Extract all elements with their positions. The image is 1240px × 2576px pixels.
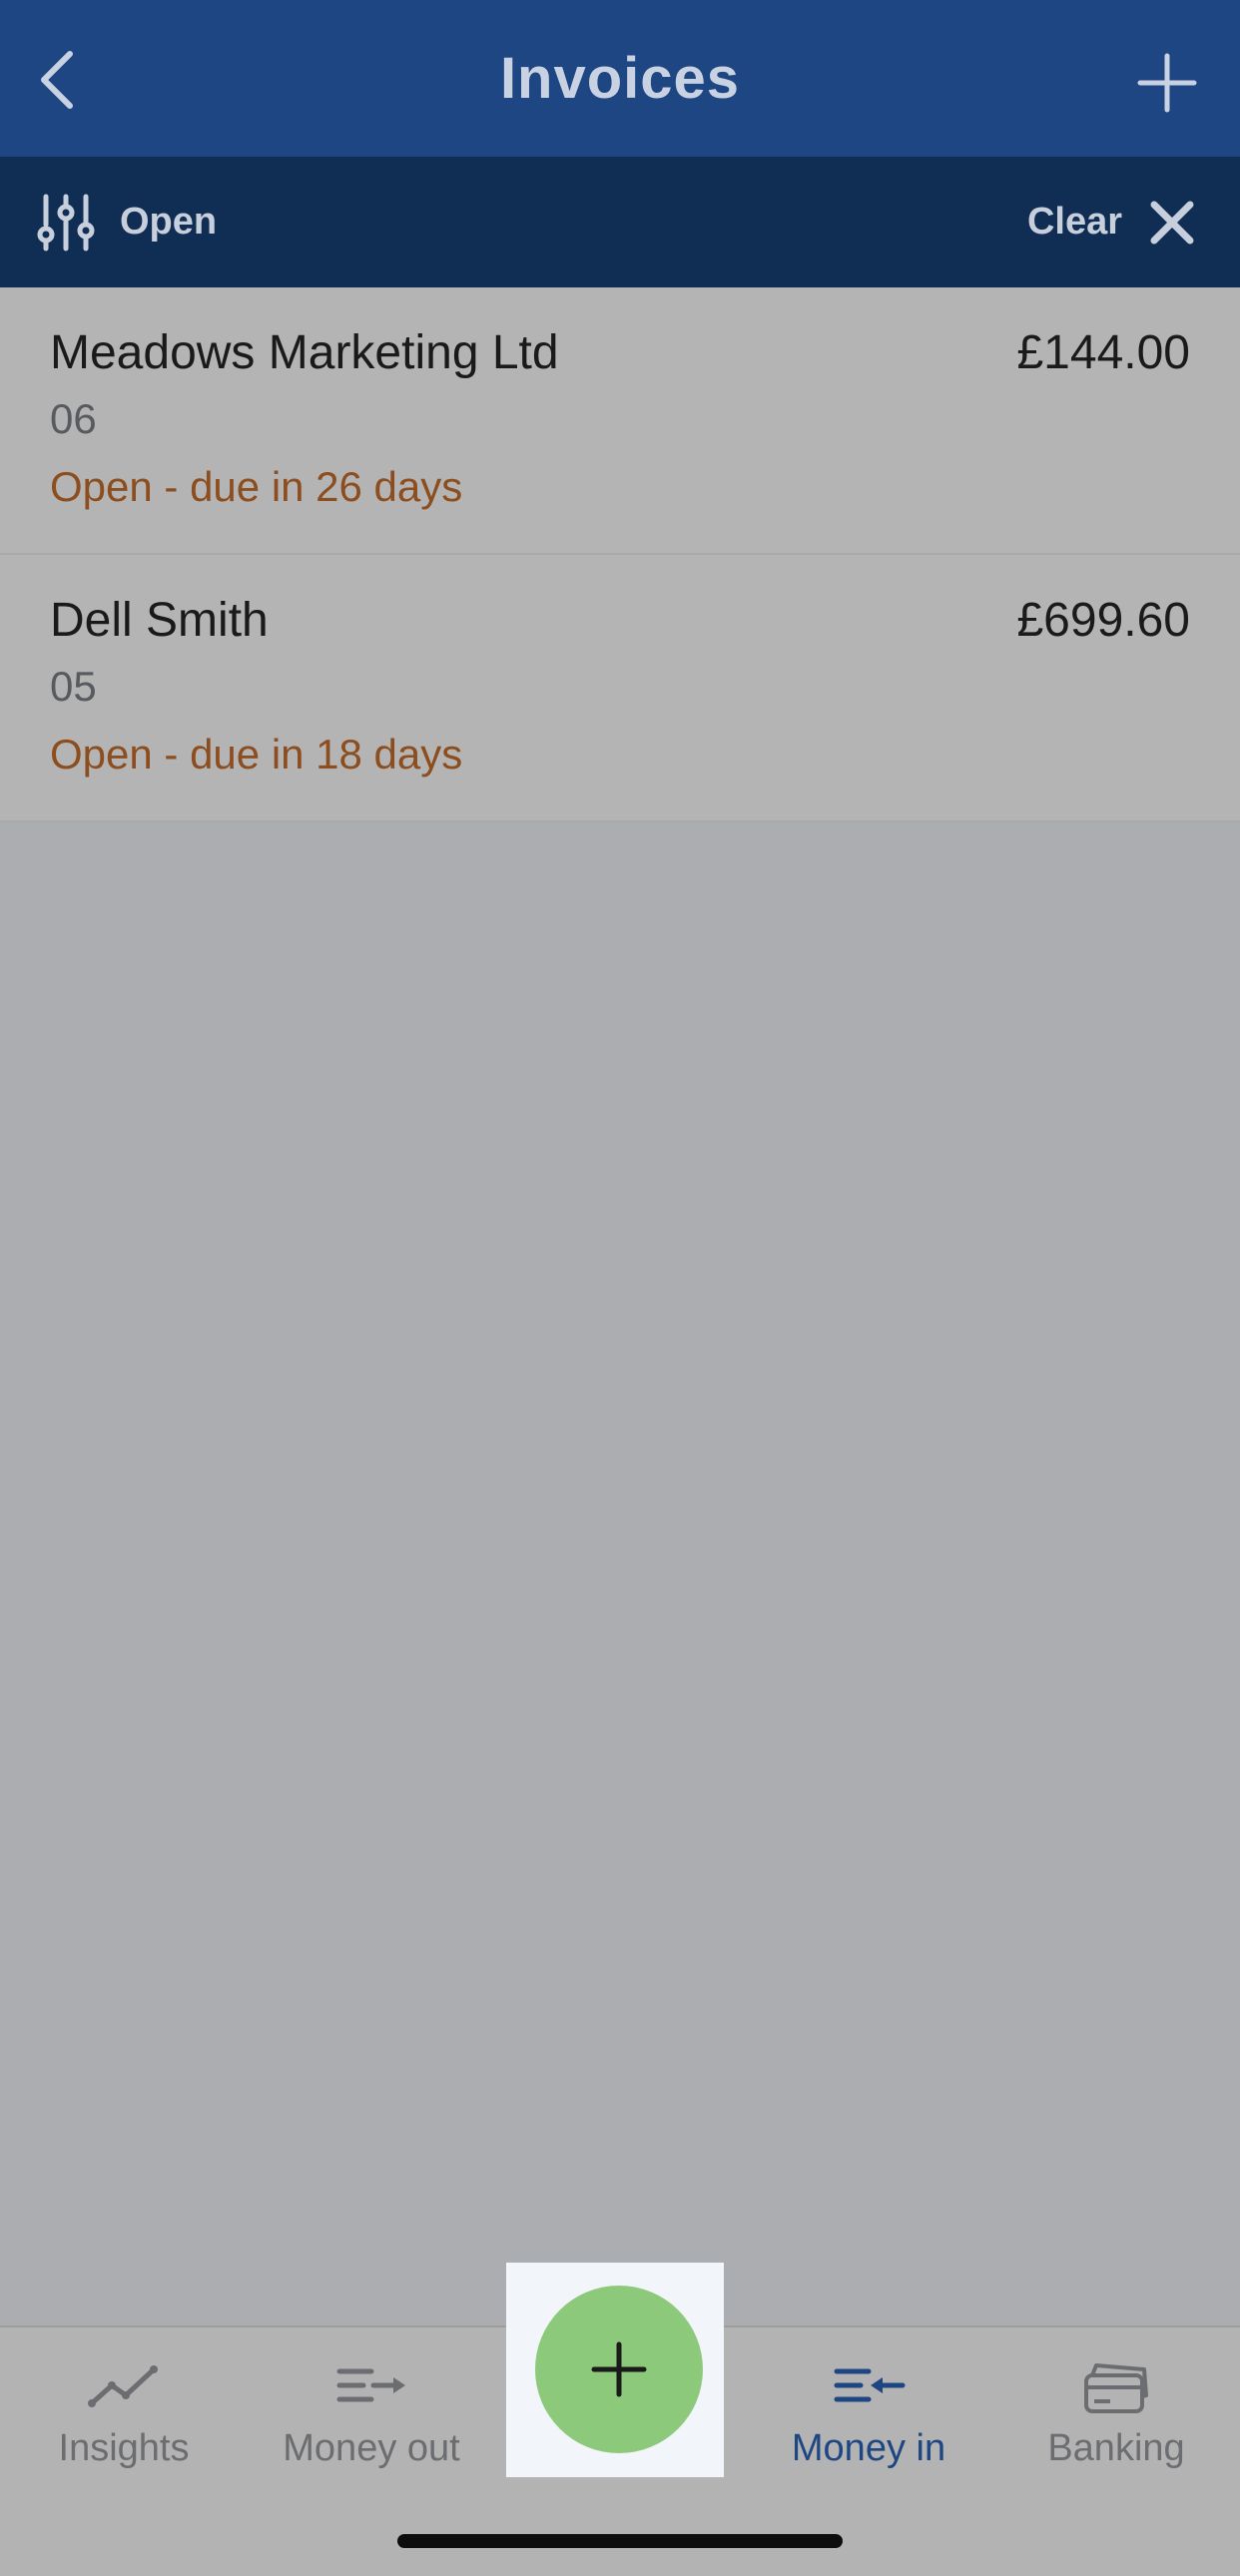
banking-icon bbox=[1084, 2363, 1148, 2413]
invoice-status: Open - due in 18 days bbox=[50, 731, 463, 777]
clear-filter-button[interactable]: Clear bbox=[1027, 201, 1122, 244]
filter-button[interactable] bbox=[36, 193, 96, 253]
invoice-row[interactable]: Meadows Marketing Ltd £144.00 06 Open - … bbox=[0, 287, 1240, 555]
tab-label: Insights bbox=[58, 2427, 190, 2469]
invoice-amount: £144.00 bbox=[1016, 326, 1190, 379]
invoice-customer: Dell Smith bbox=[50, 594, 269, 647]
tab-label: Banking bbox=[1047, 2427, 1185, 2469]
money-in-icon bbox=[834, 2368, 906, 2402]
tab-money-out[interactable]: Money out bbox=[248, 2327, 495, 2507]
filter-label[interactable]: Open bbox=[120, 201, 217, 244]
home-indicator bbox=[397, 2534, 843, 2548]
page-title: Invoices bbox=[499, 46, 741, 111]
close-icon bbox=[1150, 201, 1194, 245]
invoice-customer: Meadows Marketing Ltd bbox=[50, 326, 559, 379]
tab-money-in[interactable]: Money in bbox=[745, 2327, 992, 2507]
money-out-icon bbox=[336, 2368, 405, 2402]
invoice-number: 06 bbox=[50, 395, 97, 442]
plus-icon bbox=[1137, 53, 1197, 113]
tab-label: Money in bbox=[791, 2427, 946, 2469]
invoice-row[interactable]: Dell Smith £699.60 05 Open - due in 18 d… bbox=[0, 555, 1240, 822]
invoice-number: 05 bbox=[50, 663, 97, 710]
plus-icon bbox=[591, 2341, 647, 2397]
add-fab-button[interactable] bbox=[535, 2286, 703, 2453]
insights-icon bbox=[88, 2365, 158, 2407]
sliders-icon bbox=[37, 194, 95, 252]
filter-bar: Open Clear bbox=[0, 157, 1240, 287]
app-header: Invoices bbox=[0, 0, 1240, 157]
chevron-left-icon bbox=[41, 51, 73, 109]
invoice-list: Meadows Marketing Ltd £144.00 06 Open - … bbox=[0, 287, 1240, 822]
clear-filter-icon-button[interactable] bbox=[1148, 199, 1196, 247]
tab-insights[interactable]: Insights bbox=[0, 2327, 248, 2507]
invoices-screen: Invoices Open Clear Meadows Marketing Lt… bbox=[0, 0, 1240, 2576]
invoice-amount: £699.60 bbox=[1016, 594, 1190, 647]
tab-banking[interactable]: Banking bbox=[992, 2327, 1240, 2507]
tab-label: Money out bbox=[283, 2427, 460, 2469]
add-invoice-button[interactable] bbox=[1134, 50, 1200, 116]
invoice-status: Open - due in 26 days bbox=[50, 463, 463, 510]
back-button[interactable] bbox=[30, 50, 90, 110]
